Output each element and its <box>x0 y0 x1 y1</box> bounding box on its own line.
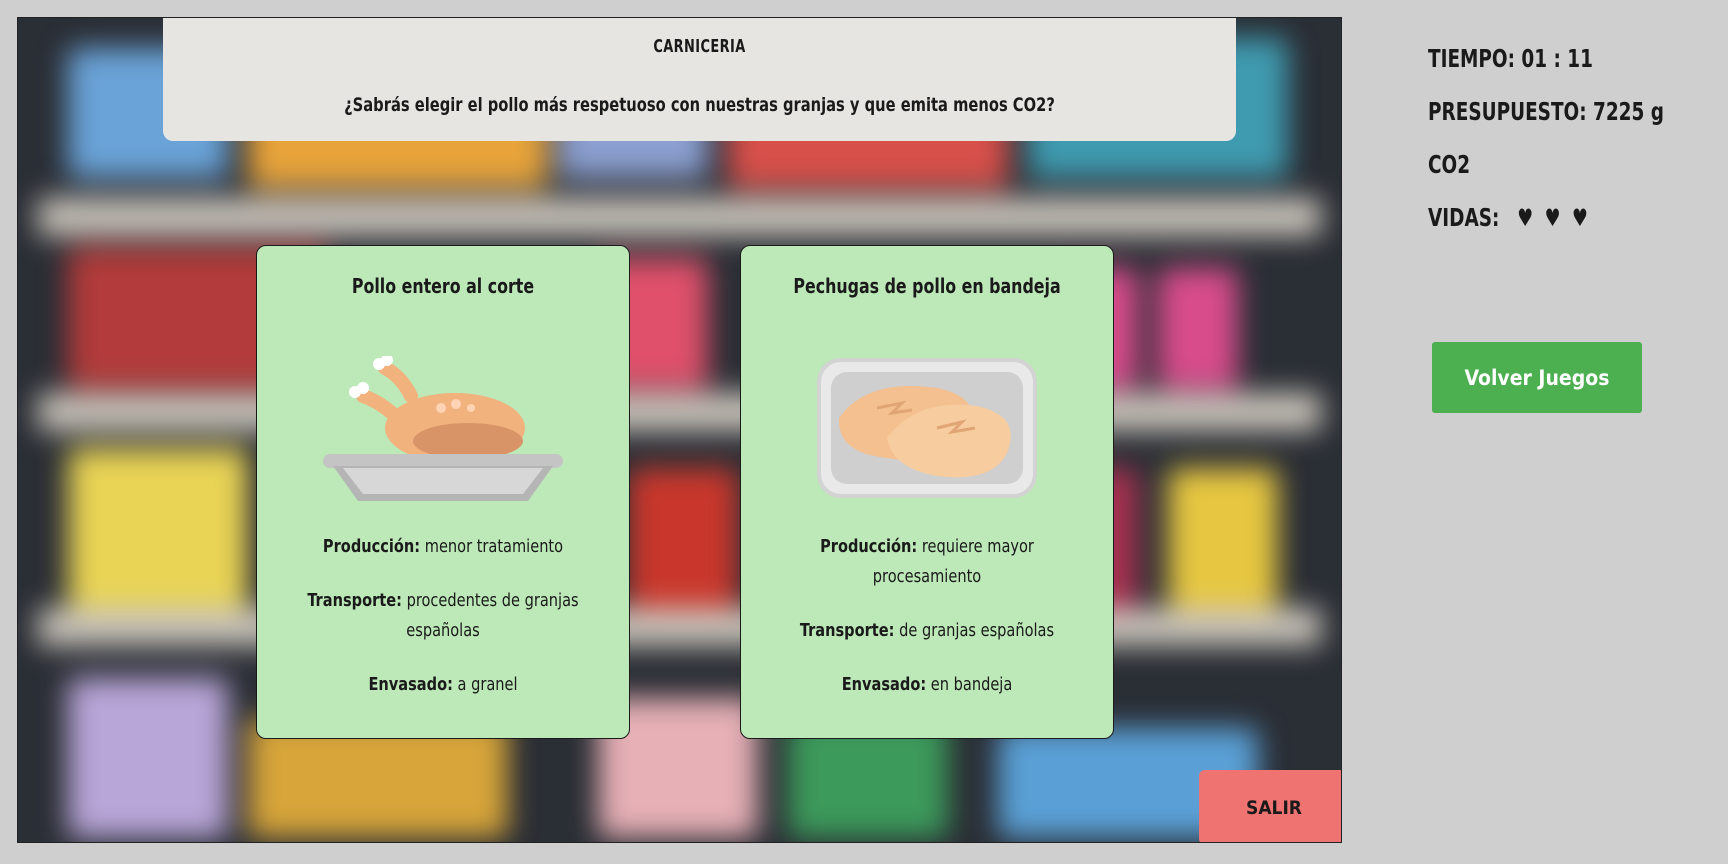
whole-roast-chicken-icon <box>323 356 563 501</box>
transport-info: Transporte: procedentes de granjas españ… <box>294 586 593 646</box>
chicken-breast-tray-icon <box>817 358 1037 498</box>
transport-label: Transporte: <box>799 620 895 641</box>
production-label: Producción: <box>820 536 918 557</box>
transport-info: Transporte: de granjas españolas <box>778 616 1077 646</box>
timer-value: 01 : 11 <box>1521 44 1593 73</box>
timer-label: TIEMPO: <box>1428 44 1515 73</box>
option-title: Pollo entero al corte <box>351 274 535 298</box>
packaging-value: en bandeja <box>930 674 1013 695</box>
section-title: CARNICERIA <box>653 36 746 57</box>
hud-panel: TIEMPO: 01 : 11 PRESUPUESTO: 7225 g CO2 … <box>1428 32 1674 245</box>
game-area: CARNICERIA ¿Sabrás elegir el pollo más r… <box>17 17 1342 843</box>
timer: TIEMPO: 01 : 11 <box>1428 32 1674 85</box>
packaging-info: Envasado: en bandeja <box>778 670 1077 700</box>
exit-button[interactable]: SALIR <box>1199 770 1341 842</box>
packaging-label: Envasado: <box>368 674 453 695</box>
packaging-value: a granel <box>457 674 518 695</box>
production-value: menor tratamiento <box>424 536 564 557</box>
lives-hearts: ♥ ♥ ♥ <box>1506 203 1600 232</box>
lives-label: VIDAS: <box>1428 203 1500 232</box>
transport-label: Transporte: <box>307 590 402 611</box>
budget-label: PRESUPUESTO: <box>1428 97 1587 126</box>
heart-icon: ♥ <box>1517 204 1534 232</box>
lives: VIDAS: ♥ ♥ ♥ <box>1428 191 1674 245</box>
budget: PRESUPUESTO: 7225 g CO2 <box>1428 85 1674 191</box>
heart-icon: ♥ <box>1544 204 1561 232</box>
production-info: Producción: requiere mayor procesamiento <box>778 532 1077 592</box>
question-text: ¿Sabrás elegir el pollo más respetuoso c… <box>344 94 1055 116</box>
back-to-games-button[interactable]: Volver Juegos <box>1432 342 1642 413</box>
option-card-whole-chicken[interactable]: Pollo entero al corte Producción: menor … <box>256 245 630 739</box>
heart-icon: ♥ <box>1571 204 1588 232</box>
production-label: Producción: <box>322 536 421 557</box>
option-title: Pechugas de pollo en bandeja <box>793 274 1061 298</box>
option-details: Producción: menor tratamiento Transporte… <box>277 532 609 724</box>
option-card-chicken-breasts[interactable]: Pechugas de pollo en bandeja Producción:… <box>740 245 1114 739</box>
production-info: Producción: menor tratamiento <box>294 532 593 562</box>
question-panel: CARNICERIA ¿Sabrás elegir el pollo más r… <box>163 18 1236 141</box>
option-details: Producción: requiere mayor procesamiento… <box>761 532 1093 724</box>
transport-value: procedentes de granjas españolas <box>406 590 579 641</box>
packaging-label: Envasado: <box>841 674 927 695</box>
transport-value: de granjas españolas <box>899 620 1055 641</box>
packaging-info: Envasado: a granel <box>294 670 593 700</box>
